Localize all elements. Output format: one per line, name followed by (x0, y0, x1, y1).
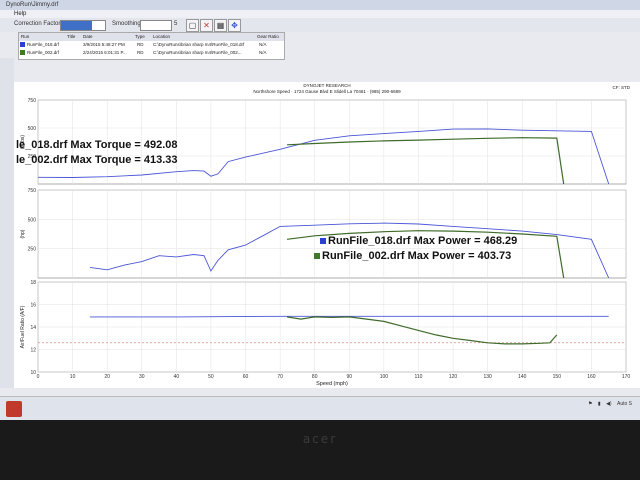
run-gear: N/A (259, 42, 267, 47)
flag-icon[interactable]: ⚑ (588, 401, 592, 407)
x-tick-label: 140 (518, 374, 527, 380)
torque-002-annotation: le_002.drf Max Torque = 413.33 (16, 154, 178, 166)
run-file-list: Run Title Date Type Location Gear Ratio … (18, 32, 285, 60)
window-title: DynoRun\Jimmy.drf (6, 2, 59, 8)
smoothing-value: 5 (174, 21, 178, 27)
col-date: Date (83, 34, 93, 39)
run-type: RD (137, 42, 144, 47)
taskbar: ⚑ ▮ ◀) Auto S (0, 396, 640, 420)
correction-factor-label: Correction Factor (14, 21, 61, 27)
table-row[interactable]: RunFile_002.drf 2/24/2015 6:01:31 P... R… (19, 49, 284, 57)
y-tick-label: 16 (30, 303, 36, 309)
series-swatch (20, 42, 25, 48)
x-tick-label: 100 (380, 374, 389, 380)
x-tick-label: 60 (243, 374, 249, 380)
y-tick-label: 18 (30, 280, 36, 286)
x-tick-label: 50 (208, 374, 214, 380)
menu-help[interactable]: Help (14, 11, 26, 17)
col-title: Title (67, 34, 76, 39)
x-tick-label: 160 (587, 374, 596, 380)
window-titlebar: DynoRun\Jimmy.drf (0, 0, 640, 10)
dyno-chart-area: DYNOJET RESEARCH Northshore Speed · 1724… (14, 82, 640, 388)
torque-018-annotation: le_018.drf Max Torque = 492.08 (16, 139, 178, 151)
series-swatch (20, 50, 25, 56)
screen: DynoRun\Jimmy.drf Help Correction Factor… (0, 0, 640, 420)
power-002-text: RunFile_002.drf Max Power = 403.73 (322, 250, 512, 262)
network-icon[interactable]: ▮ (598, 401, 601, 407)
clear-icon: ▢ (188, 21, 197, 30)
x-tick-label: 0 (37, 374, 40, 380)
col-gear-ratio: Gear Ratio (257, 34, 279, 39)
correction-factor-select[interactable] (60, 20, 106, 31)
y-tick-label: 750 (28, 188, 37, 194)
selected-highlight (61, 21, 92, 30)
run-type: RD (137, 50, 144, 55)
file-list-header: Run Title Date Type Location Gear Ratio (19, 33, 284, 41)
delete-run-button[interactable]: ✕ (200, 19, 213, 32)
x-tick-label: 90 (347, 374, 353, 380)
run-name: RunFile_002.drf (27, 50, 60, 55)
series-swatch (320, 238, 326, 245)
volume-icon[interactable]: ◀) (606, 401, 612, 407)
acer-logo: acer (302, 432, 338, 446)
chart-view-button[interactable]: ▦ (214, 19, 227, 32)
power-002-annotation: RunFile_002.drf Max Power = 403.73 (314, 250, 511, 262)
left-panel (0, 58, 14, 388)
x-tick-label: 120 (449, 374, 458, 380)
smoothing-input[interactable] (140, 20, 172, 31)
x-axis-label: Speed (mph) (316, 381, 348, 387)
y-axis-label: Air/Fuel Ratio (A/F) (20, 305, 26, 348)
col-location: Location (153, 34, 171, 39)
run-date: 2/24/2015 6:01:31 P... (83, 50, 127, 55)
col-type: Type (135, 34, 145, 39)
x-tick-label: 20 (104, 374, 110, 380)
table-row[interactable]: RunFile_018.drf 3/9/2015 5:48:27 PM RD C… (19, 41, 284, 49)
x-tick-label: 70 (277, 374, 283, 380)
run-gear: N/A (259, 50, 267, 55)
y-tick-label: 14 (30, 325, 36, 331)
tray-auto-label: Auto S (616, 401, 632, 407)
toolbar: Correction Factor Smoothing 5 ▢ ✕ ▦ ✥ (0, 18, 640, 32)
crosshair-button[interactable]: ✥ (228, 19, 241, 32)
x-tick-label: 150 (553, 374, 562, 380)
close-icon: ✕ (203, 21, 210, 30)
x-tick-label: 80 (312, 374, 318, 380)
smoothing-label: Smoothing (112, 21, 141, 27)
y-tick-label: 12 (30, 348, 36, 354)
clear-button[interactable]: ▢ (186, 19, 199, 32)
run-name: RunFile_018.drf (27, 42, 60, 47)
y-tick-label: 500 (28, 217, 37, 223)
chart-icon: ▦ (216, 21, 225, 30)
x-tick-label: 130 (483, 374, 492, 380)
run-location: C:\DynoRuns\brian sharp m4\RunFile_018.d… (153, 42, 245, 47)
y-tick-label: 10 (30, 370, 36, 376)
y-tick-label: 750 (28, 98, 37, 104)
start-button[interactable] (6, 401, 22, 417)
menu-bar: Help (0, 10, 640, 18)
x-tick-label: 40 (174, 374, 180, 380)
x-tick-label: 110 (414, 374, 422, 380)
x-tick-label: 170 (622, 374, 631, 380)
power-018-text: RunFile_018.drf Max Power = 468.29 (328, 235, 518, 247)
crosshair-icon: ✥ (231, 21, 238, 30)
y-axis-label: (hp) (20, 229, 26, 238)
series-swatch (314, 253, 320, 260)
y-tick-label: 250 (28, 247, 37, 253)
power-018-annotation: RunFile_018.drf Max Power = 468.29 (320, 235, 517, 247)
y-tick-label: 500 (28, 126, 37, 132)
x-tick-label: 30 (139, 374, 145, 380)
system-tray: ⚑ ▮ ◀) Auto S (584, 401, 632, 407)
x-tick-label: 10 (70, 374, 76, 380)
col-run: Run (21, 34, 30, 39)
run-location: C:\DynoRuns\brian sharp m4\RunFile_002..… (153, 50, 242, 55)
run-date: 3/9/2015 5:48:27 PM (83, 42, 125, 47)
